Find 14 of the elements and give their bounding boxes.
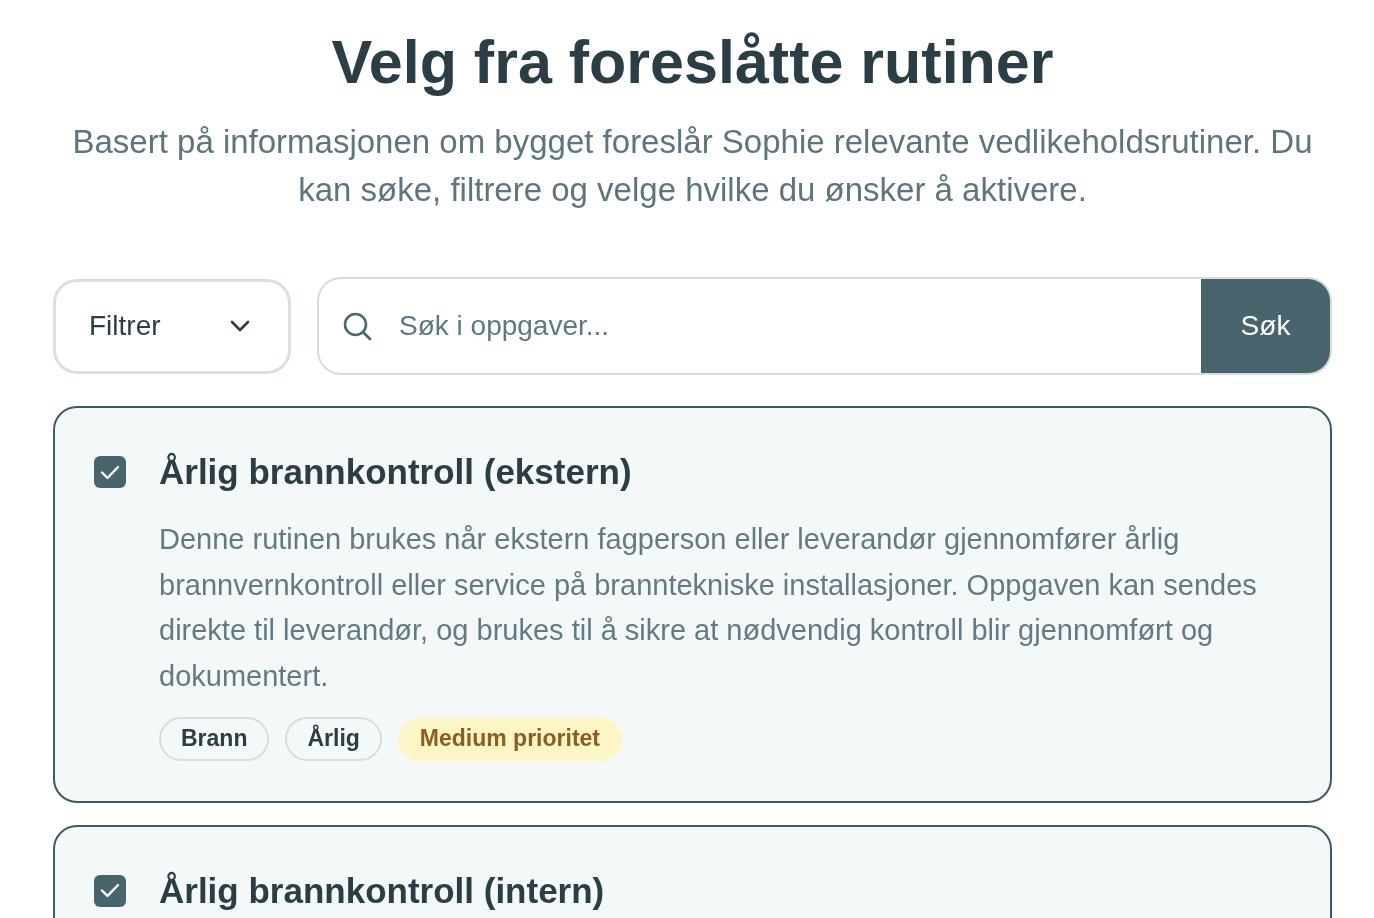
category-tag: Brann <box>159 716 270 761</box>
routine-title: Årlig brannkontroll (intern) <box>159 869 606 911</box>
checkbox[interactable] <box>94 874 126 907</box>
chevron-down-icon <box>230 320 250 332</box>
checkbox[interactable] <box>94 456 126 488</box>
routine-description: Denne rutinen brukes når ekstern fagperson eller leverandør gjennomfører årlig brannvernkontroll eller service på branntekniske installasjoner. Oppgaven kan sendes direkte til leverandør, og brukes til å sikre at nødvendig kontroll blir gjennomført og dokumentert. <box>159 522 1258 695</box>
check-icon <box>100 464 120 480</box>
priority-tag: Medium prioritet <box>397 716 622 761</box>
routine-title: Årlig brannkontroll (ekstern) <box>159 451 633 492</box>
page-subtitle: Basert på informasjonen om bygget foreslår Sophie relevante vedlikeholdsrutiner. Du kan søke, filtrere og velge hvilke du ønsker å aktivere. <box>71 122 1314 210</box>
category-tag: Årlig <box>285 716 382 761</box>
filter-dropdown[interactable]: Filtrer <box>53 278 291 374</box>
page-title: Velg fra foreslåtte rutiner <box>331 27 1054 97</box>
check-icon <box>100 883 120 899</box>
